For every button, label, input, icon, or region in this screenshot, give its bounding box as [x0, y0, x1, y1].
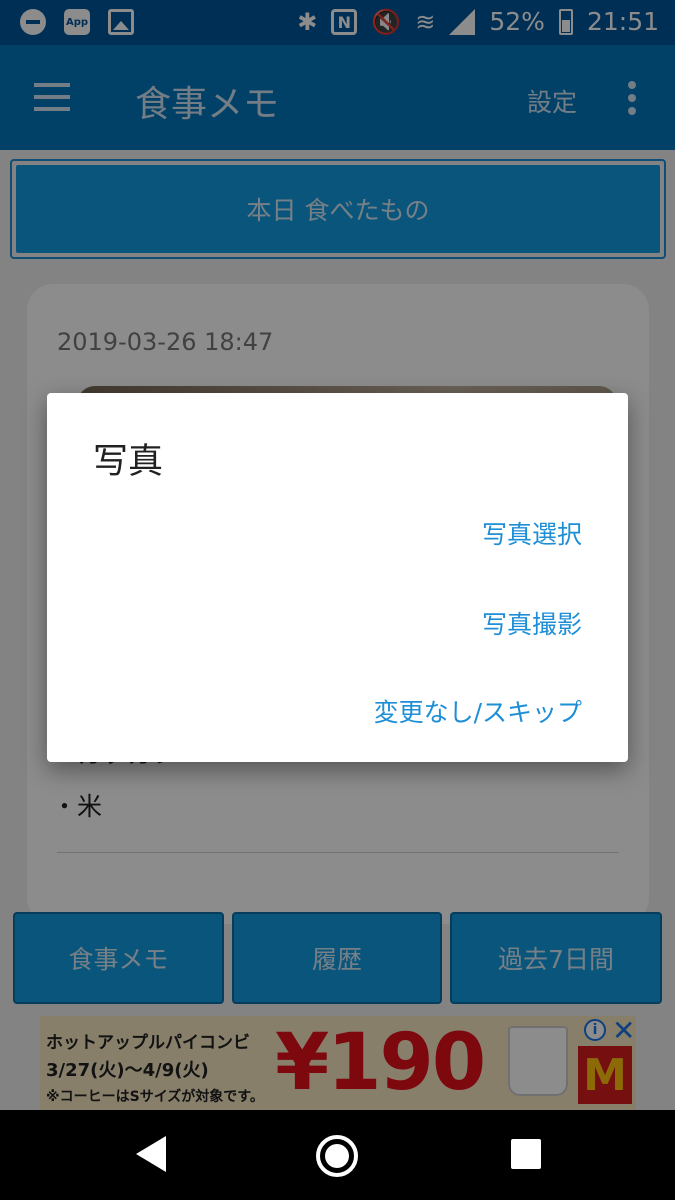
take-photo-button[interactable]: 写真撮影: [482, 605, 582, 641]
home-icon[interactable]: [316, 1135, 358, 1177]
select-photo-button[interactable]: 写真選択: [482, 515, 582, 551]
skip-button[interactable]: 変更なし/スキップ: [374, 693, 582, 729]
system-nav-bar: [0, 1110, 675, 1200]
photo-dialog: 写真 写真選択 写真撮影 変更なし/スキップ: [47, 393, 628, 762]
recent-apps-icon[interactable]: [511, 1139, 541, 1169]
dialog-title: 写真: [93, 442, 164, 482]
back-icon[interactable]: [136, 1136, 166, 1172]
